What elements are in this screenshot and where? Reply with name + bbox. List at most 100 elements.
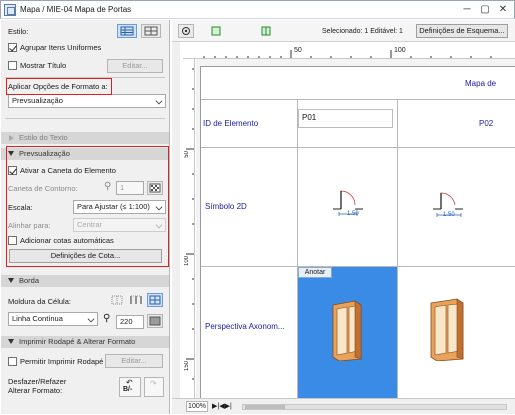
ruler-tick-label: 150 [184, 361, 190, 372]
print-section-label: Imprimir Rodapé & Alterar Formato [19, 337, 136, 346]
expanded-triangle-icon [8, 278, 14, 283]
dim-label-p02: 1.50 [443, 212, 455, 218]
pen-icon: ⚲ [104, 181, 112, 192]
group-uniform-checkbox[interactable] [8, 43, 17, 52]
undo-label-2: Alterar Formato: [8, 386, 63, 395]
redo-arrow-icon: ↷ [150, 379, 157, 388]
scale-label: Escala: [8, 203, 33, 212]
pen-color-icon[interactable] [147, 314, 163, 328]
row-label-id: ID de Elemento [203, 119, 259, 128]
maximize-button[interactable]: ▢ [478, 3, 492, 17]
divider [5, 77, 165, 78]
frame-none-icon[interactable] [109, 293, 125, 307]
zoom-field[interactable]: 100% [186, 401, 208, 412]
schedule-sheet: Mapa de ID de Elemento P01 P02 Símbolo 2… [200, 66, 515, 398]
auto-dims-row[interactable]: Adicionar cotas automáticas [8, 236, 114, 245]
id-cell-p02: P02 [479, 119, 494, 128]
chevron-down-icon [155, 203, 163, 211]
scale-select[interactable]: Para Ajustar (≤ 1:100) [73, 200, 166, 214]
merge-cells-icon[interactable] [258, 24, 274, 38]
preview-section-label: Prevsualização [19, 149, 70, 158]
format-panel: Estilo: Agrupar Itens Uniformes Mostrar … [1, 20, 170, 414]
border-section[interactable]: Borda [1, 275, 169, 287]
show-title-checkbox[interactable] [8, 61, 17, 70]
undo-format-button[interactable]: B/- ↶ [119, 377, 141, 397]
text-style-section[interactable]: Estilo do Texto [1, 132, 169, 144]
navigation-arrows-icon[interactable]: ▶|◀▶| [212, 402, 232, 410]
line-pen-field[interactable]: 220 [116, 315, 144, 329]
pen-pattern-icon[interactable] [147, 181, 163, 195]
align-label: Alinhar para: [8, 221, 51, 230]
annotate-tag[interactable]: Anotar [298, 267, 332, 278]
text-style-section-label: Estilo do Texto [19, 133, 68, 142]
minimize-button[interactable]: ─ [460, 3, 474, 17]
id-cell-p01[interactable]: P01 [298, 109, 393, 128]
edit-title-button[interactable]: Editar... [107, 59, 163, 73]
horizontal-scrollbar[interactable] [242, 404, 507, 410]
contour-pen-field[interactable]: 1 [116, 181, 144, 195]
line-type-value: Linha Contínua [12, 314, 63, 323]
row-label-axonometric: Perspectiva Axonom... [205, 322, 285, 331]
chevron-down-icon [87, 315, 95, 323]
ruler-tick-label: 100 [184, 256, 190, 267]
group-uniform-label: Agrupar Itens Uniformes [20, 43, 102, 52]
group-uniform-row[interactable]: Agrupar Itens Uniformes [8, 43, 101, 52]
title-bar: Mapa / MIE-04 Mapa de Portas ─ ▢ ✕ [0, 0, 515, 19]
dim-settings-button[interactable]: Definições de Cota... [9, 249, 162, 263]
style-list-icon[interactable] [117, 24, 137, 38]
col-divider [397, 99, 398, 398]
row-label-2d-symbol: Símbolo 2D [205, 202, 247, 211]
print-footer-row[interactable]: Permitir Imprimir Rodapé [8, 357, 103, 366]
status-bar: 100% ▶|◀▶| [172, 398, 515, 414]
close-button[interactable]: ✕ [496, 3, 510, 17]
top-ruler: 50 100 [183, 46, 515, 59]
redo-format-button[interactable]: ↷ [144, 377, 164, 397]
window-title: Mapa / MIE-04 Mapa de Portas [20, 5, 132, 14]
vertical-toolbar [172, 42, 180, 398]
cell-frame-label: Moldura da Célula: [8, 297, 71, 306]
print-edit-button[interactable]: Editar... [105, 354, 163, 368]
pen-icon: ⚲ [103, 313, 111, 324]
schedule-toolbar: Selecionado: 1 Editável: 1 Definições de… [172, 20, 515, 42]
selection-status: Selecionado: 1 Editável: 1 [322, 28, 403, 35]
border-section-label: Borda [19, 276, 40, 285]
preview-section[interactable]: Prevsualização [1, 148, 169, 160]
ruler-tick-label: 100 [394, 47, 406, 54]
expanded-triangle-icon [8, 151, 14, 156]
show-title-label: Mostrar Título [20, 61, 67, 70]
select-cell-icon[interactable] [208, 24, 224, 38]
frame-vertical-icon[interactable] [128, 293, 144, 307]
dim-label-p01: 1.50 [347, 211, 359, 217]
ruler-tick-label: 50 [294, 47, 302, 54]
apply-format-select[interactable]: Prevsualização [8, 94, 166, 108]
scrollbar-thumb[interactable] [245, 405, 285, 409]
row-divider [201, 99, 515, 100]
auto-dims-checkbox[interactable] [8, 236, 17, 245]
print-footer-checkbox[interactable] [8, 357, 17, 366]
contour-pen-label: Caneta de Contorno: [8, 184, 78, 193]
print-footer-label: Permitir Imprimir Rodapé [20, 357, 104, 366]
schedule-canvas[interactable]: Mapa de ID de Elemento P01 P02 Símbolo 2… [196, 59, 515, 398]
auto-dims-label: Adicionar cotas automáticas [20, 236, 114, 245]
show-title-row[interactable]: Mostrar Título [8, 61, 66, 70]
align-value: Centrar [77, 220, 103, 229]
apply-format-label: Aplicar Opções de Formato a: [8, 82, 108, 91]
divider [5, 118, 165, 119]
style-grid-icon[interactable] [141, 24, 161, 38]
frame-grid-icon[interactable] [147, 293, 163, 307]
undo-arrow-icon: ↶ [126, 378, 133, 387]
activate-pen-row[interactable]: Ativar a Caneta do Elemento [8, 166, 116, 175]
undo-label: Desfazer/Refazer [8, 377, 67, 386]
chevron-down-icon [155, 97, 163, 105]
line-type-select[interactable]: Linha Contínua [8, 312, 98, 326]
activate-pen-label: Ativar a Caneta do Elemento [20, 166, 116, 175]
expanded-triangle-icon [8, 339, 14, 344]
left-ruler: 50 100 150 [183, 59, 195, 398]
scheme-settings-button[interactable]: Definições de Esquema... [416, 24, 508, 38]
scale-value: Para Ajustar (≤ 1:100) [77, 202, 150, 211]
align-select[interactable]: Centrar [73, 218, 166, 232]
activate-pen-checkbox[interactable] [8, 166, 17, 175]
door-3d-p02 [430, 298, 464, 361]
print-section[interactable]: Imprimir Rodapé & Alterar Formato [1, 336, 169, 348]
settings-gear-icon[interactable] [178, 24, 194, 38]
